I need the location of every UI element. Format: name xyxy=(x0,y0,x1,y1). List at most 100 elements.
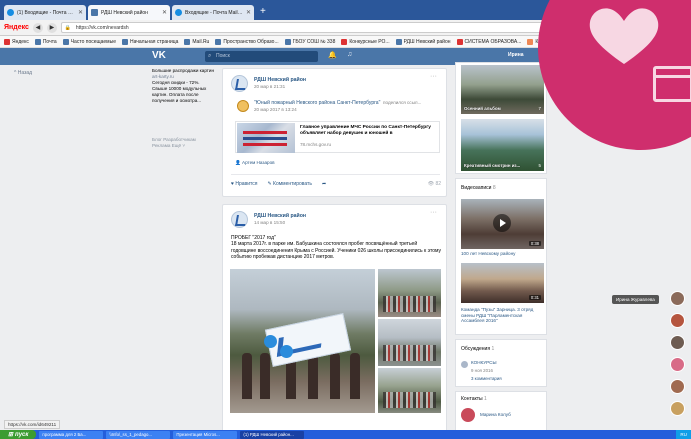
tab-mail-inbox-1[interactable]: (1) Входящие - Почта Mail.Ru ✕ xyxy=(4,5,86,20)
close-icon[interactable]: ✕ xyxy=(78,9,83,16)
mail-icon xyxy=(7,9,14,16)
photo-thumb[interactable] xyxy=(378,319,441,366)
taskbar-item[interactable]: \\Info\_ss_1_pedago... xyxy=(106,430,171,439)
music-icon[interactable]: ♫ xyxy=(347,51,352,58)
bookmark-item[interactable]: Mail.Ru xyxy=(184,38,209,45)
chat-avatar[interactable] xyxy=(670,401,685,416)
link-attachment[interactable]: Главное управление МЧС России по Санкт-П… xyxy=(235,121,440,153)
page-icon xyxy=(527,38,534,45)
contacts-header[interactable]: Контакты 1 xyxy=(461,396,487,402)
divider xyxy=(231,174,440,175)
video-thumb[interactable]: 0:38 xyxy=(461,199,544,249)
post-author[interactable]: РДШ Невский район xyxy=(254,213,306,219)
photo-main[interactable] xyxy=(230,269,375,413)
bookmark-item[interactable]: Часто посещаемые xyxy=(62,38,116,45)
bookmark-item[interactable]: РДШ Невский район xyxy=(395,38,451,45)
taskbar-item[interactable]: Презентация Micros... xyxy=(173,430,238,439)
tab-label: Входящие - Почта Mail.Ru xyxy=(185,9,243,16)
close-icon[interactable]: ✕ xyxy=(246,9,251,16)
url-input[interactable]: https://vk.com/nevardsh xyxy=(60,22,661,33)
video-title[interactable]: 100 лет Невскому району xyxy=(461,251,545,257)
vk-logo[interactable]: VK xyxy=(152,50,166,61)
reload-icon[interactable] xyxy=(665,23,674,32)
taskbar-item[interactable]: программа для 2 Ба... xyxy=(39,430,104,439)
vk-icon xyxy=(91,9,98,16)
community-avatar[interactable] xyxy=(231,75,248,92)
repost-source[interactable]: "Юный пожарный Невского района Санкт-Пет… xyxy=(254,100,380,106)
status-url: https://vk.com/id649211 xyxy=(4,420,61,429)
ad-block[interactable]: Большие распродажи картин art-karty.ru С… xyxy=(152,68,214,104)
album-count: 7 xyxy=(538,106,541,111)
chat-avatar[interactable] xyxy=(670,357,685,372)
footer-links[interactable]: Блог Разработчикам Реклама Ещё ˅ xyxy=(152,137,214,149)
back-link[interactable]: ^ Назад xyxy=(14,70,32,76)
forward-button[interactable]: ▶ xyxy=(46,22,57,33)
mail-icon xyxy=(34,38,41,45)
back-button[interactable]: ◀ xyxy=(32,22,43,33)
repost-avatar[interactable] xyxy=(237,100,249,112)
search-input[interactable]: Поиск xyxy=(205,51,318,62)
system-tray: RU xyxy=(676,430,691,439)
community-avatar[interactable] xyxy=(231,211,248,228)
post-signer[interactable]: 👤 Артем Назаров xyxy=(235,160,275,166)
chat-avatar[interactable] xyxy=(670,313,685,328)
post-date[interactable]: 20 мар в 21:31 xyxy=(254,84,285,89)
more-icon[interactable]: ··· xyxy=(430,209,437,216)
photo-thumb[interactable] xyxy=(378,269,441,317)
contact-name[interactable]: Марина Колуб xyxy=(480,412,511,417)
user-menu[interactable]: Ирина xyxy=(508,52,524,58)
bookmark-item[interactable]: Почта xyxy=(34,38,57,45)
star-icon[interactable] xyxy=(678,23,687,32)
post-author[interactable]: РДШ Невский район xyxy=(254,77,306,83)
bookmark-item[interactable]: ГБОУ СОШ № 338 xyxy=(284,38,335,45)
chat-bar xyxy=(667,285,691,430)
albums-block: Осенний альбом 7 Креативный смотрин из..… xyxy=(455,62,547,174)
video-title[interactable]: Команда "Пузы" Зарница. 3 отряд смены РД… xyxy=(461,307,545,324)
post-date[interactable]: 14 мар в 15:50 xyxy=(254,220,285,225)
tab-mail-inbox-2[interactable]: Входящие - Почта Mail.Ru ✕ xyxy=(172,5,254,20)
videos-header[interactable]: Видеозаписи 8 xyxy=(461,185,496,191)
chat-avatar[interactable] xyxy=(670,335,685,350)
discussion-date: 9 ноя 2016 xyxy=(471,368,493,373)
bell-icon[interactable]: 🔔 xyxy=(328,51,337,59)
balloon xyxy=(264,335,277,348)
album-thumb[interactable]: Креативный смотрин из... 5 xyxy=(461,119,544,171)
album-thumb[interactable]: Осенний альбом 7 xyxy=(461,65,544,114)
video-thumb[interactable]: 0:31 xyxy=(461,263,544,303)
bookmark-item[interactable]: Комитет по ... xyxy=(527,38,567,45)
post-actions: ♥ Нравится ✎ Комментировать ➦ 👁 82 xyxy=(231,181,441,187)
play-icon[interactable] xyxy=(493,214,511,232)
post-card: РДШ Невский район 14 мар в 15:50 ··· ПРО… xyxy=(222,204,447,436)
video-duration: 0:31 xyxy=(528,295,541,300)
contact-avatar[interactable] xyxy=(461,408,475,422)
more-icon[interactable]: ··· xyxy=(430,73,437,80)
discussion-icon xyxy=(461,361,468,368)
discussion-comments[interactable]: 3 комментария xyxy=(471,376,502,381)
discussion-title[interactable]: КОНКУРСЫ xyxy=(471,360,497,365)
tab-rdsh-nevsky[interactable]: РДШ Невский район ✕ xyxy=(88,5,170,20)
bookmark-item[interactable]: диск – Google Д... xyxy=(572,38,622,45)
bookmark-item[interactable]: СИСТЕМА ОБРАЗОВА... xyxy=(456,38,521,45)
start-button[interactable]: ⊞ пуск xyxy=(0,430,37,439)
like-button[interactable]: ♥ Нравится xyxy=(231,181,257,187)
link-site: 78.mchs.gov.ru xyxy=(300,142,332,147)
bookmark-item[interactable]: Пространство Образо... xyxy=(215,38,279,45)
share-icon[interactable]: ➦ xyxy=(322,181,326,187)
bookmark-item[interactable]: Конкурсные РО... xyxy=(341,38,390,45)
taskbar-item[interactable]: (1) РДШ Невский район... xyxy=(240,430,305,439)
yandex-logo[interactable]: Яндекс xyxy=(4,24,29,31)
repost-date: 20 мар 2017 в 13:24 xyxy=(254,107,297,112)
new-tab-button[interactable]: + xyxy=(256,5,270,20)
discussions-header[interactable]: Обсуждения 1 xyxy=(461,346,494,352)
language-indicator[interactable]: RU xyxy=(680,430,687,439)
bookmark-item[interactable]: Начальная страница xyxy=(122,38,178,45)
bookmark-item[interactable]: Яндекс xyxy=(4,38,29,45)
chat-avatar[interactable] xyxy=(670,291,685,306)
school-icon xyxy=(284,38,291,45)
video-duration: 0:38 xyxy=(528,241,541,246)
comment-button[interactable]: ✎ Комментировать xyxy=(267,181,312,187)
close-icon[interactable]: ✕ xyxy=(162,9,167,16)
windows-icon: ⊞ xyxy=(8,432,14,438)
chat-avatar[interactable] xyxy=(670,379,685,394)
photo-thumb[interactable] xyxy=(378,368,441,413)
